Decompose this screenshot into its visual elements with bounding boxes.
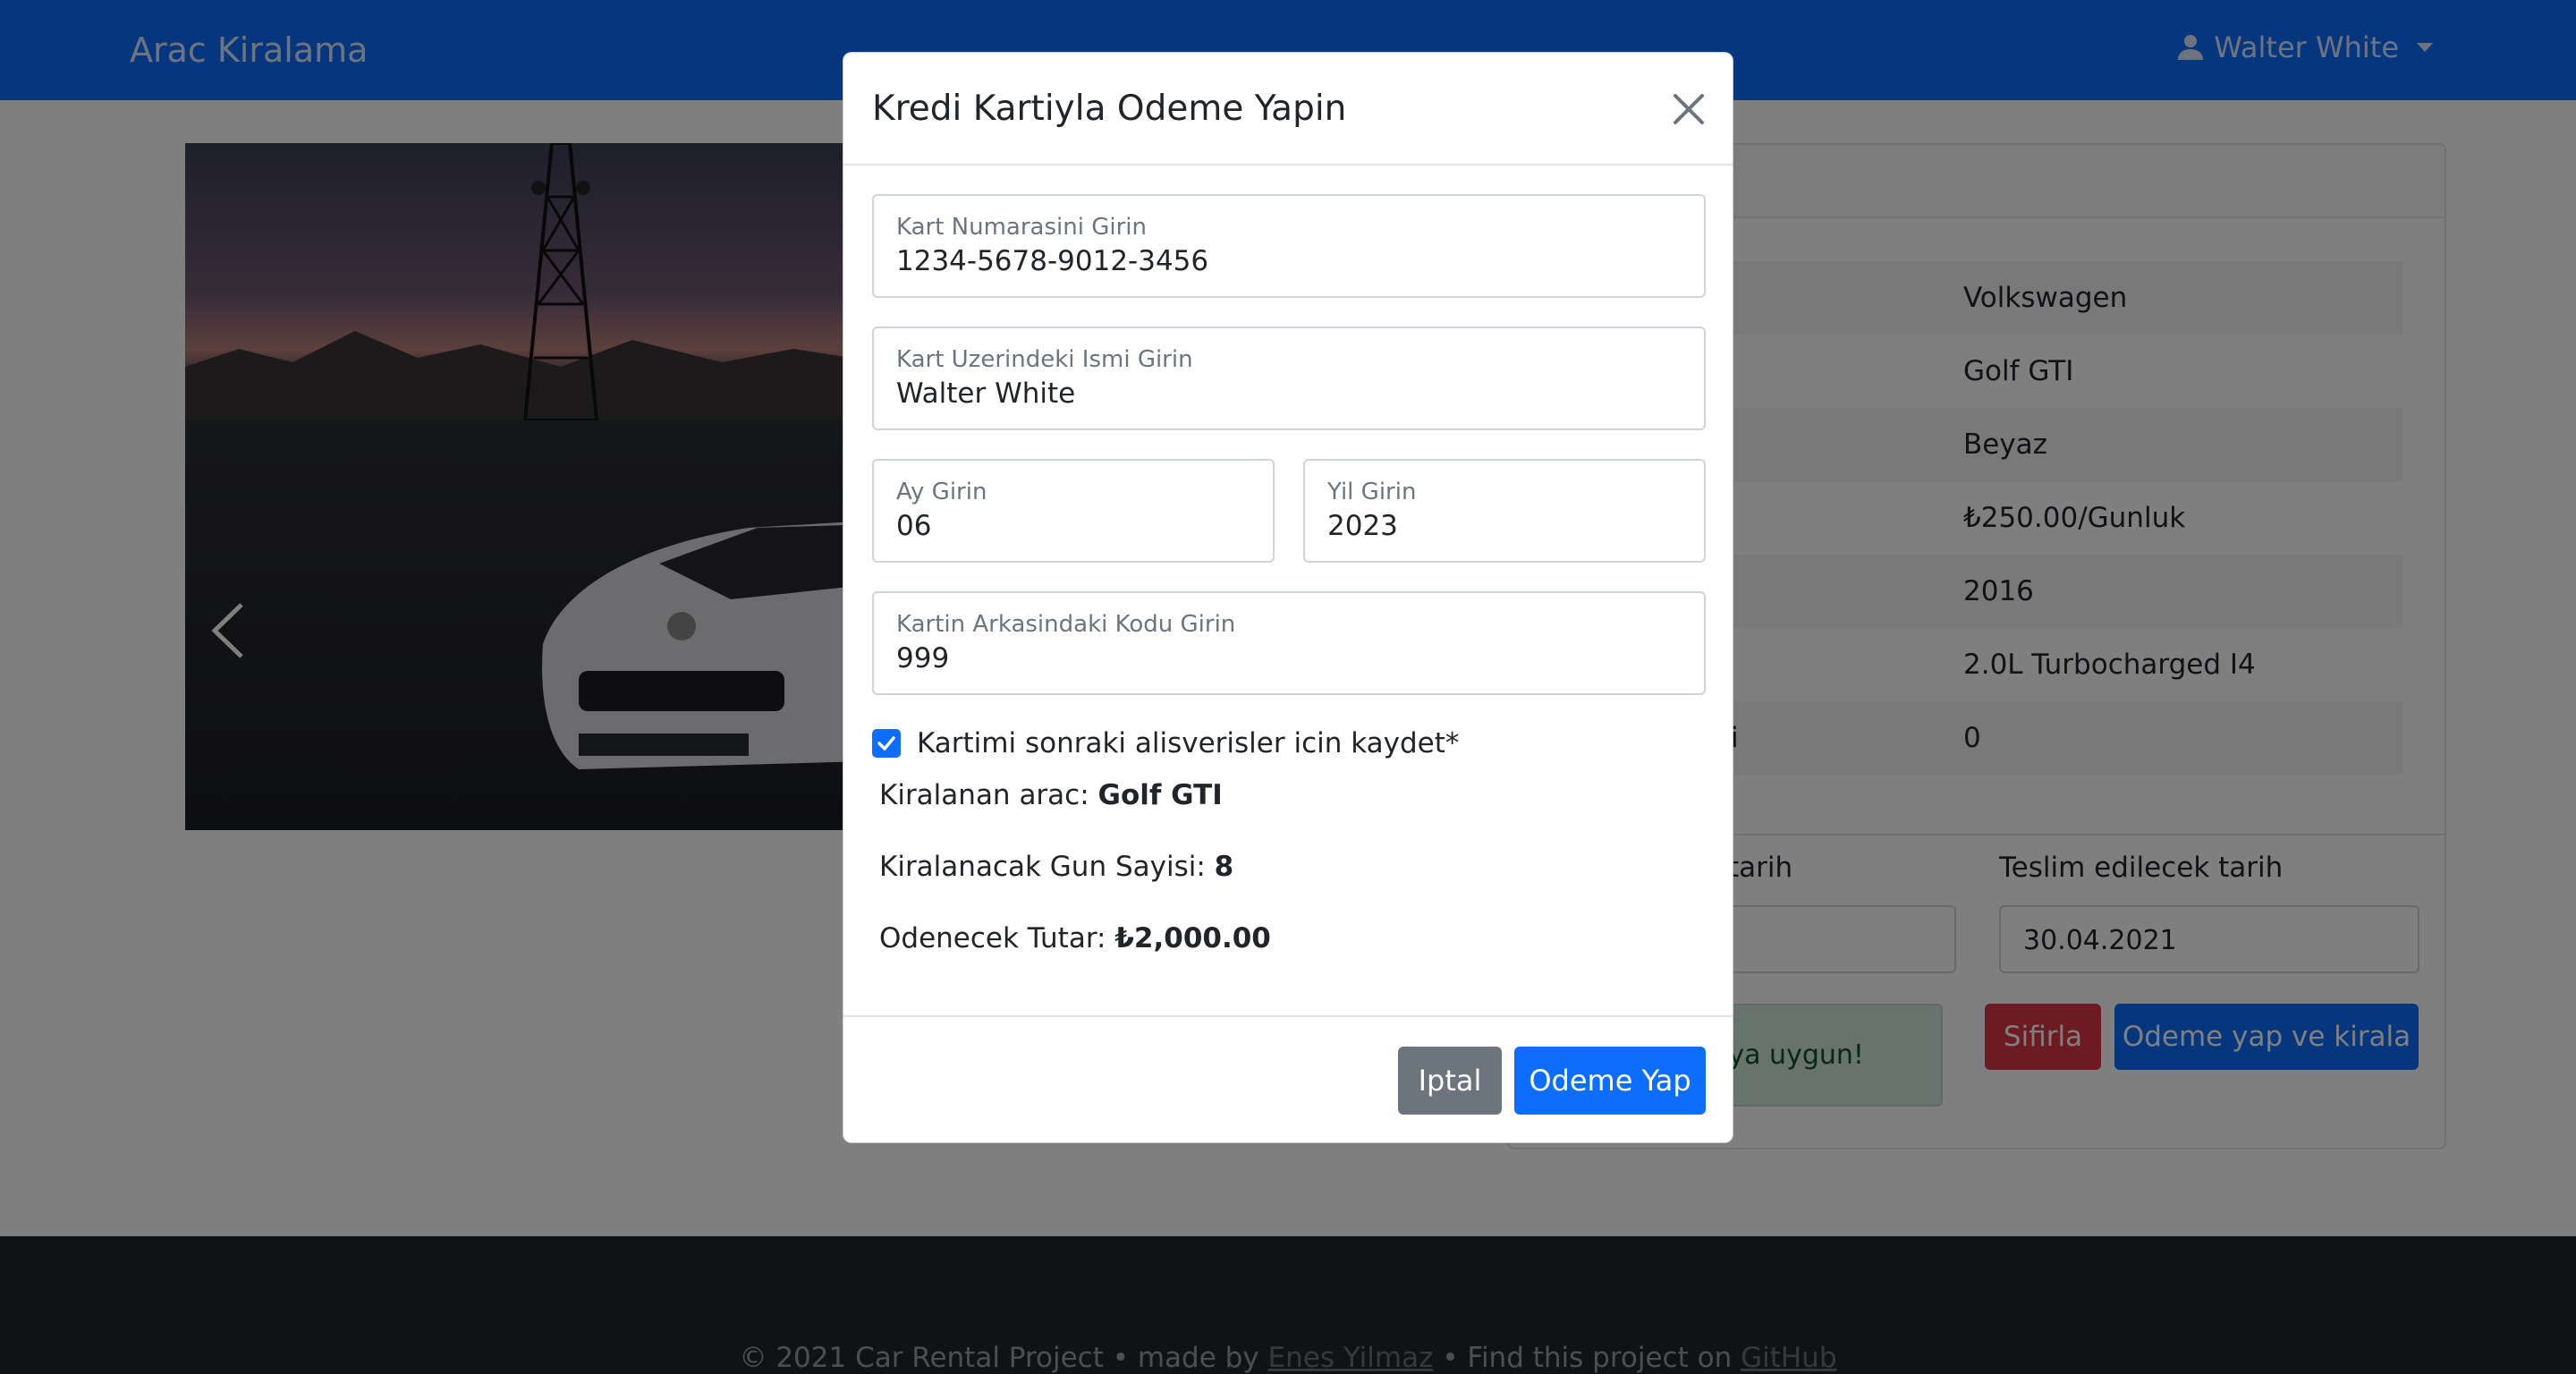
pay-button[interactable]: Odeme Yap	[1514, 1047, 1706, 1115]
save-card-checkbox[interactable]	[872, 729, 901, 758]
save-card-label: Kartimi sonraki alisverisler icin kaydet…	[917, 727, 1460, 759]
rental-days-label: Kiralanacak Gun Sayisi:	[879, 851, 1206, 883]
amount-summary: Odenecek Tutar: ₺2,000.00	[879, 922, 1271, 954]
year-label: Yil Girin	[1327, 479, 1417, 505]
card-number-field[interactable]: Kart Numarasini Girin 1234-5678-9012-345…	[872, 194, 1706, 298]
month-field[interactable]: Ay Girin 06	[872, 459, 1275, 563]
payment-modal: Kredi Kartiyla Odeme Yapin Kart Numarasi…	[843, 52, 1733, 1143]
modal-title: Kredi Kartiyla Odeme Yapin	[872, 89, 1347, 129]
month-label: Ay Girin	[896, 479, 987, 505]
rental-days-value: 8	[1214, 851, 1234, 883]
rental-days-summary: Kiralanacak Gun Sayisi: 8	[879, 851, 1233, 883]
cvv-input[interactable]: 999	[896, 642, 1643, 674]
rented-car-value: Golf GTI	[1097, 779, 1223, 811]
cvv-field[interactable]: Kartin Arkasindaki Kodu Girin 999	[872, 591, 1706, 695]
modal-footer: Iptal Odeme Yap	[843, 1015, 1733, 1144]
rented-car-label: Kiralanan arac:	[879, 779, 1089, 811]
year-input[interactable]: 2023	[1327, 510, 1686, 542]
card-name-field[interactable]: Kart Uzerindeki Ismi Girin Walter White	[872, 327, 1706, 430]
check-icon	[877, 736, 895, 751]
card-name-input[interactable]: Walter White	[896, 377, 1643, 410]
amount-label: Odenecek Tutar:	[879, 922, 1106, 954]
card-number-input[interactable]: 1234-5678-9012-3456	[896, 245, 1643, 277]
card-number-label: Kart Numarasini Girin	[896, 214, 1147, 241]
year-field[interactable]: Yil Girin 2023	[1303, 459, 1706, 563]
cancel-button[interactable]: Iptal	[1398, 1047, 1502, 1115]
month-input[interactable]: 06	[896, 510, 1255, 542]
cvv-label: Kartin Arkasindaki Kodu Girin	[896, 611, 1236, 638]
card-name-label: Kart Uzerindeki Ismi Girin	[896, 346, 1193, 373]
amount-value: ₺2,000.00	[1114, 922, 1271, 954]
save-card-row: Kartimi sonraki alisverisler icin kaydet…	[872, 727, 1459, 759]
close-icon[interactable]	[1668, 89, 1709, 130]
rented-car-summary: Kiralanan arac: Golf GTI	[879, 779, 1223, 811]
modal-header: Kredi Kartiyla Odeme Yapin	[843, 53, 1733, 165]
